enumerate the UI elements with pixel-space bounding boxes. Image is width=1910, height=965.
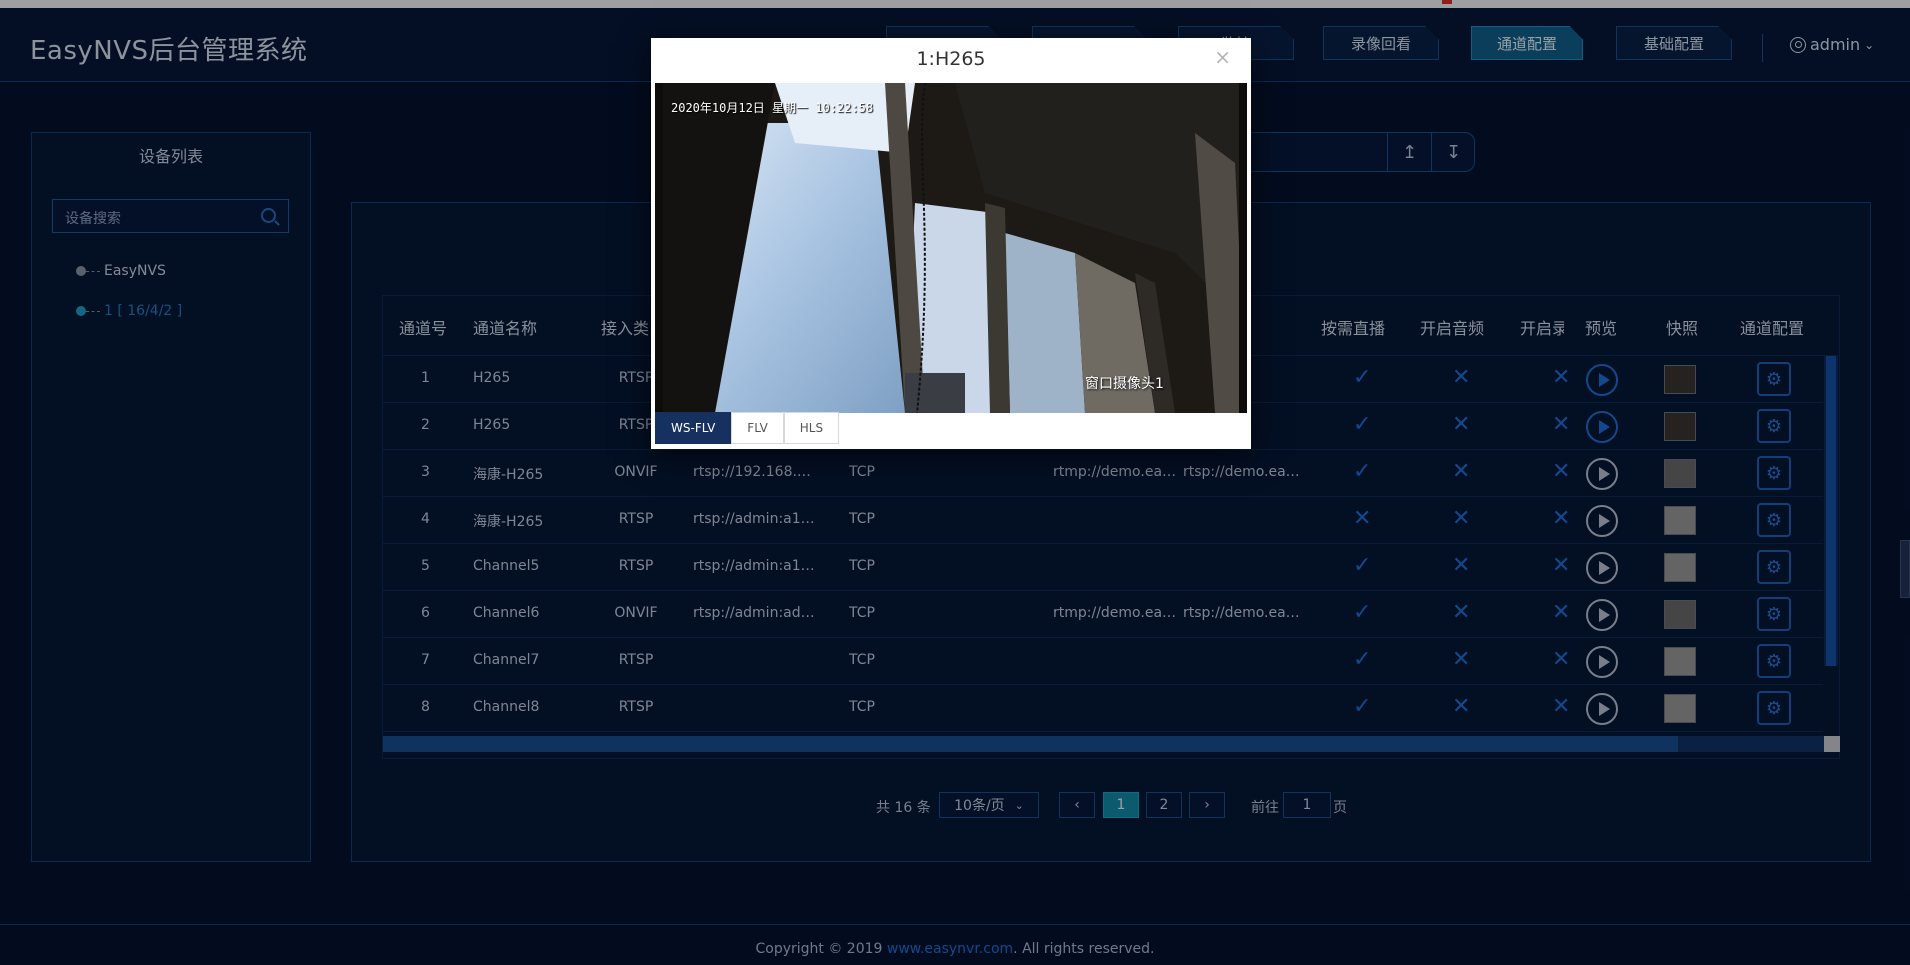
video-frame bbox=[655, 83, 1247, 413]
tab-flv[interactable]: FLV bbox=[731, 412, 784, 444]
tab-hls[interactable]: HLS bbox=[783, 412, 840, 444]
tab-ws-flv[interactable]: WS-FLV bbox=[655, 412, 732, 444]
video-preview-dialog: 1:H265 × 2020年10月12日 星期一 10:22:58 窗口摄像头1… bbox=[651, 38, 1251, 449]
camera-label: 窗口摄像头1 bbox=[1085, 376, 1164, 392]
video-player[interactable]: 2020年10月12日 星期一 10:22:58 窗口摄像头1 bbox=[655, 83, 1247, 413]
close-icon[interactable]: × bbox=[1214, 45, 1231, 69]
dialog-title: 1:H265 bbox=[916, 48, 986, 70]
stream-protocol-tabs: WS-FLV FLV HLS bbox=[655, 412, 840, 444]
video-timestamp: 2020年10月12日 星期一 10:22:58 bbox=[671, 101, 874, 115]
